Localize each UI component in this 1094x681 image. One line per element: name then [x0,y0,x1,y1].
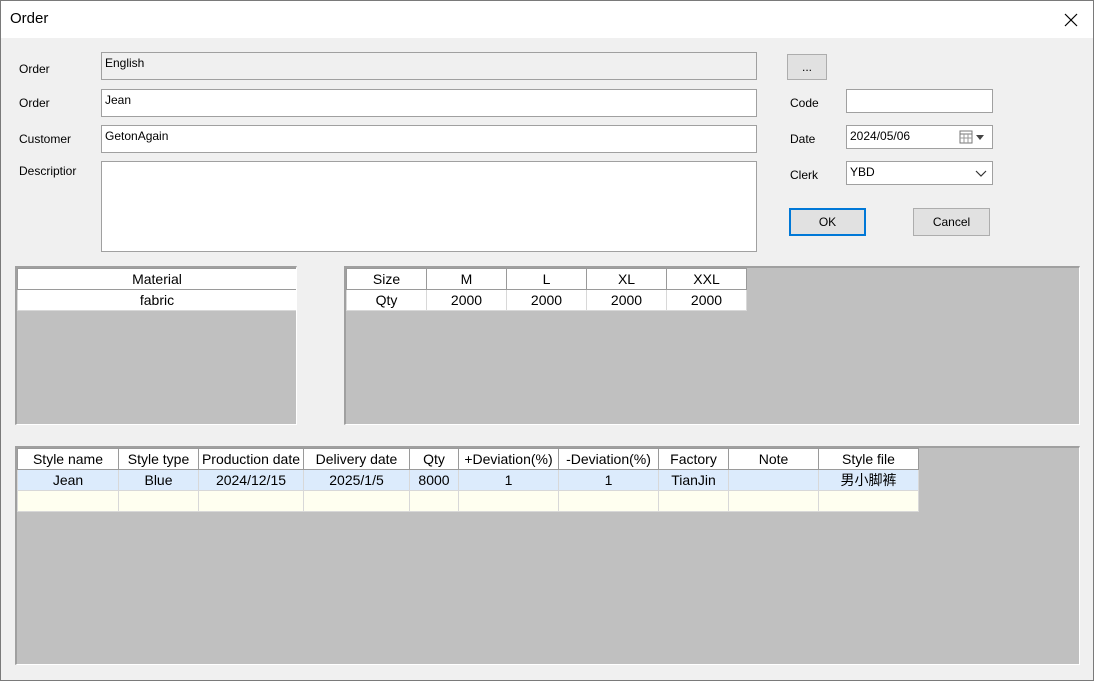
material-cell[interactable]: fabric [17,289,296,311]
clerk-select[interactable]: YBD [846,161,993,185]
new-row[interactable] [17,490,919,512]
material-header-row: Material [17,268,296,290]
size-qty-row[interactable]: Qty 2000 2000 2000 2000 [346,289,747,311]
calendar-dropdown-icon[interactable] [959,129,987,148]
code-input[interactable] [846,89,993,113]
close-icon [1064,13,1078,26]
new-row-cell[interactable] [458,490,559,512]
window-title: Order [10,10,49,27]
new-row-cell[interactable] [17,490,119,512]
new-row-cell[interactable] [658,490,729,512]
new-row-cell[interactable] [303,490,410,512]
size-qty-label[interactable]: Qty [346,289,427,311]
table-row[interactable]: Jean Blue 2024/12/15 2025/1/5 8000 1 1 T… [17,469,919,491]
size-header-size[interactable]: Size [346,268,427,290]
size-header-m[interactable]: M [426,268,507,290]
material-header[interactable]: Material [17,268,296,290]
style-header-file[interactable]: Style file [818,448,919,470]
order-dialog: Order Order English ... Order Jean Custo… [0,0,1094,681]
style-name-cell[interactable]: Jean [17,469,119,491]
description-textarea[interactable] [101,161,757,252]
material-row[interactable]: fabric [17,289,296,311]
customer-label: Customer [19,132,72,146]
style-file-cell[interactable]: 男小脚裤 [818,469,919,491]
size-grid[interactable]: Size M L XL XXL Qty 2000 2000 2000 2000 [344,266,1080,425]
style-header-plus-deviation[interactable]: +Deviation(%) [458,448,559,470]
customer-input[interactable]: GetonAgain [101,125,757,153]
code-label: Code [790,96,819,110]
production-date-cell[interactable]: 2024/12/15 [198,469,304,491]
clerk-label: Clerk [790,168,819,182]
size-qty-l[interactable]: 2000 [506,289,587,311]
ok-button[interactable]: OK [789,208,866,236]
style-header-qty[interactable]: Qty [409,448,459,470]
title-bar: Order [1,1,1093,38]
new-row-cell[interactable] [728,490,819,512]
material-table: Material fabric [17,268,296,311]
size-header-l[interactable]: L [506,268,587,290]
delivery-date-cell[interactable]: 2025/1/5 [303,469,410,491]
date-label: Date [790,132,816,146]
factory-cell[interactable]: TianJin [658,469,729,491]
size-qty-xxl[interactable]: 2000 [666,289,747,311]
style-header-name[interactable]: Style name [17,448,119,470]
style-header-note[interactable]: Note [728,448,819,470]
style-header-delivery-date[interactable]: Delivery date [303,448,410,470]
new-row-qty-cell[interactable] [409,490,459,512]
new-row-cell[interactable] [558,490,659,512]
order-source-field: English [101,52,757,80]
date-picker[interactable]: 2024/05/06 [846,125,993,149]
clerk-value: YBD [850,165,875,179]
style-header-minus-deviation[interactable]: -Deviation(%) [558,448,659,470]
style-table: Style name Style type Production date De… [17,448,919,512]
material-grid[interactable]: Material fabric [15,266,297,425]
date-value: 2024/05/06 [850,129,911,143]
size-qty-m[interactable]: 2000 [426,289,507,311]
chevron-down-icon [975,167,987,181]
size-header-row: Size M L XL XXL [346,268,747,290]
description-label: Descriptior [19,164,77,178]
plus-deviation-cell[interactable]: 1 [458,469,559,491]
style-type-cell[interactable]: Blue [118,469,199,491]
new-row-cell[interactable] [198,490,304,512]
style-header-factory[interactable]: Factory [658,448,729,470]
order-label-1: Order [19,62,50,76]
size-table: Size M L XL XXL Qty 2000 2000 2000 2000 [346,268,747,311]
style-header-type[interactable]: Style type [118,448,199,470]
qty-cell[interactable]: 8000 [409,469,459,491]
minus-deviation-cell[interactable]: 1 [558,469,659,491]
new-row-cell[interactable] [818,490,919,512]
size-qty-xl[interactable]: 2000 [586,289,667,311]
size-header-xl[interactable]: XL [586,268,667,290]
close-button[interactable] [1049,1,1093,38]
cancel-button[interactable]: Cancel [913,208,990,236]
note-cell[interactable] [728,469,819,491]
order-label-2: Order [19,96,50,110]
size-header-xxl[interactable]: XXL [666,268,747,290]
style-grid[interactable]: Style name Style type Production date De… [15,446,1080,665]
style-header-row: Style name Style type Production date De… [17,448,919,470]
order-name-input[interactable]: Jean [101,89,757,117]
new-row-cell[interactable] [118,490,199,512]
style-header-production-date[interactable]: Production date [198,448,304,470]
browse-button[interactable]: ... [787,54,827,80]
